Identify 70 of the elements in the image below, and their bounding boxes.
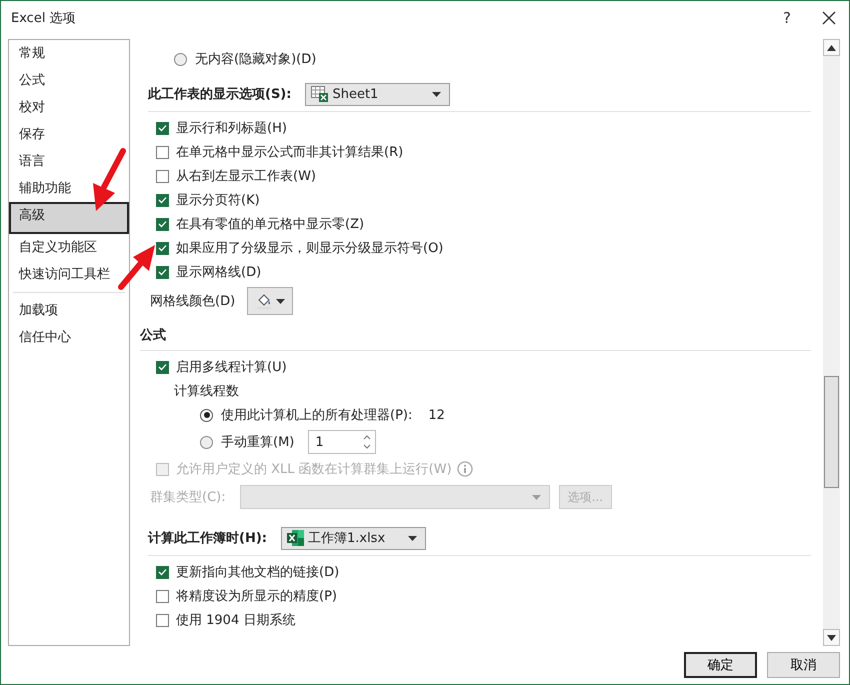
sidebar-item[interactable]: 语言	[9, 148, 129, 175]
checkbox-label: 更新指向其他文档的链接(D)	[176, 564, 340, 581]
dropdown[interactable]: Sheet1	[305, 82, 450, 106]
checkbox-label: 显示分页符(K)	[176, 192, 260, 209]
sidebar-item[interactable]: 公式	[9, 67, 129, 94]
checkbox[interactable]	[156, 122, 169, 134]
spreadsheet-icon	[286, 529, 305, 547]
caret-icon	[432, 92, 442, 96]
sidebar-item[interactable]: 保存	[9, 121, 129, 148]
checkbox[interactable]	[156, 146, 169, 158]
scroll-up-icon	[827, 44, 836, 50]
sidebar-item[interactable]: 高级	[9, 202, 129, 234]
checkbox-label: 从右到左显示工作表(W)	[176, 168, 316, 185]
sidebar-item[interactable]: 快速访问工具栏	[9, 261, 129, 288]
group-label: 计算线程数	[173, 383, 240, 401]
dropdown[interactable]: 工作簿1.xlsx	[280, 526, 426, 550]
scrollbar-thumb[interactable]	[824, 376, 839, 488]
checkbox-label: 使用 1904 日期系统	[176, 612, 296, 629]
sidebar-item[interactable]: 加载项	[9, 297, 129, 324]
select-label: 计算此工作簿时(H):	[148, 530, 267, 547]
checkbox-label: 启用多线程计算(U)	[176, 359, 287, 376]
sidebar-item[interactable]: 自定义功能区	[9, 234, 129, 261]
spinner-arrows-icon	[363, 434, 372, 450]
radio-button[interactable]	[174, 52, 187, 66]
checkbox-label: 允许用户定义的 XLL 函数在计算群集上运行(W)	[176, 461, 452, 478]
checkbox[interactable]	[156, 360, 169, 374]
sidebar-item[interactable]: 常规	[9, 40, 129, 67]
window-title: Excel 选项	[11, 10, 77, 27]
annotation-arrow	[93, 148, 126, 211]
dialog-button[interactable]: 确定	[684, 652, 757, 678]
checkbox-label: 将精度设为所显示的精度(P)	[176, 588, 337, 605]
paint-bucket-icon	[256, 293, 272, 309]
close-icon	[822, 11, 836, 25]
caret-icon	[532, 494, 541, 500]
radio-label: 无内容(隐藏对象)(D)	[195, 51, 316, 68]
caret-icon	[276, 298, 285, 304]
checkbox[interactable]	[156, 266, 169, 278]
caret-icon	[408, 536, 417, 540]
checkbox-label: 在单元格中显示公式而非其计算结果(R)	[176, 144, 404, 161]
processor-count: 12	[428, 408, 445, 422]
checkbox[interactable]	[156, 566, 169, 578]
color-picker-label: 网格线颜色(D)	[150, 293, 236, 310]
sidebar-item[interactable]: 校对	[9, 94, 129, 121]
radio-button[interactable]	[200, 408, 213, 422]
radio-label: 使用此计算机上的所有处理器(P):	[221, 407, 412, 424]
checkbox[interactable]	[156, 170, 169, 182]
checkbox-label: 显示行和列标题(H)	[176, 120, 287, 137]
dialog-button[interactable]: 取消	[767, 652, 840, 678]
section-heading: 公式	[140, 327, 166, 344]
checkbox[interactable]	[156, 218, 169, 230]
sidebar-item[interactable]: 信任中心	[9, 324, 129, 351]
scrollbar[interactable]	[823, 39, 840, 646]
checkbox-label: 在具有零值的单元格中显示零(Z)	[176, 216, 364, 233]
combo-label: 群集类型(C):	[150, 489, 226, 506]
number-spinner[interactable]: 1	[308, 430, 376, 454]
worksheet-icon	[311, 86, 330, 102]
help-button[interactable]: ?	[767, 1, 807, 35]
checkbox[interactable]	[156, 194, 169, 206]
radio-label: 手动重算(M)	[221, 434, 294, 451]
annotation-arrow	[118, 245, 155, 290]
checkbox-label: 如果应用了分级显示，则显示分级显示符号(O)	[176, 240, 444, 257]
sidebar-item[interactable]: 辅助功能	[9, 175, 129, 202]
select-label: 此工作表的显示选项(S):	[148, 86, 292, 103]
scroll-down-icon	[827, 634, 836, 640]
checkbox[interactable]	[156, 614, 169, 626]
checkbox-label: 显示网格线(D)	[176, 264, 262, 281]
color-picker-button[interactable]	[247, 287, 294, 315]
checkbox[interactable]	[156, 242, 169, 254]
checkbox[interactable]	[156, 590, 169, 602]
radio-button[interactable]	[200, 436, 213, 448]
